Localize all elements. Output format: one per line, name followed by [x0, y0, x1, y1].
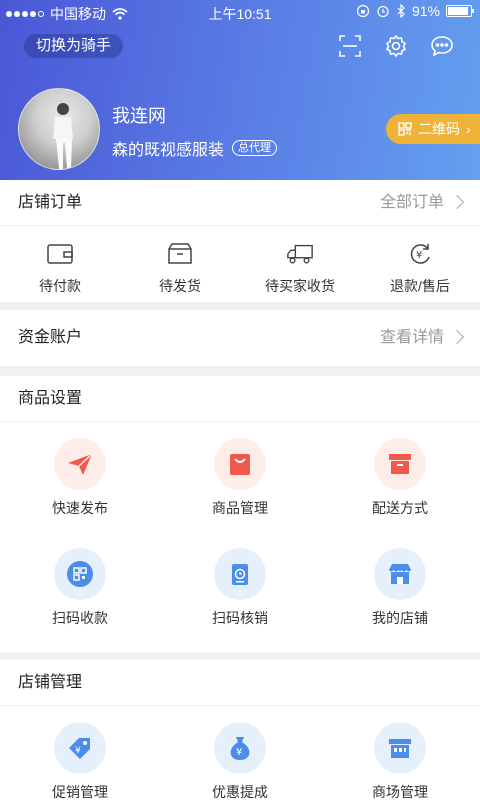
- grid-label: 优惠提成: [212, 784, 268, 800]
- scan-verify-button[interactable]: 扫码核销: [160, 532, 320, 642]
- shop-avatar[interactable]: [18, 88, 100, 170]
- order-awaiting-receipt[interactable]: 待买家收货: [240, 226, 360, 302]
- goods-title: 商品设置: [18, 390, 83, 407]
- grid-label: 促销管理: [52, 784, 108, 800]
- status-bar: 中国移动 上午10:51 91%: [0, 0, 480, 24]
- store-management-section: 店铺管理 ¥ 促销管理 ¥ 优惠提成 商场管理: [0, 660, 480, 800]
- view-details-link[interactable]: 查看详情: [380, 310, 444, 366]
- order-to-ship[interactable]: 待发货: [120, 226, 240, 302]
- funds-account-row[interactable]: 资金账户 查看详情: [0, 310, 480, 366]
- money-bag-icon: ¥: [230, 737, 250, 760]
- battery-percent: 91%: [411, 3, 440, 19]
- truck-icon: [287, 244, 313, 264]
- bluetooth-icon: [397, 4, 405, 18]
- grid-label: 快速发布: [52, 500, 108, 516]
- mall-management-button[interactable]: 商场管理: [320, 706, 480, 800]
- qr-scan-icon: [67, 561, 93, 587]
- qr-code-label: 二维码: [418, 121, 460, 137]
- promo-tag-icon: ¥: [69, 738, 90, 759]
- grid-label: 商场管理: [372, 784, 428, 800]
- svg-text:¥: ¥: [416, 250, 422, 261]
- order-pending-payment[interactable]: 待付款: [0, 226, 120, 302]
- grid-label: 配送方式: [372, 500, 428, 516]
- funds-title: 资金账户: [18, 329, 83, 346]
- mall-icon: [389, 739, 411, 758]
- grid-label: 商品管理: [212, 500, 268, 516]
- order-label: 待发货: [159, 278, 201, 294]
- svg-text:¥: ¥: [236, 747, 242, 758]
- order-label: 退款/售后: [390, 278, 450, 294]
- switch-to-rider-button[interactable]: 切换为骑手: [24, 34, 124, 58]
- message-icon[interactable]: [430, 34, 454, 58]
- order-label: 待买家收货: [265, 278, 335, 294]
- svg-text:¥: ¥: [75, 746, 81, 756]
- chevron-right-icon[interactable]: [449, 329, 465, 345]
- promotion-management-button[interactable]: ¥ 促销管理: [0, 706, 160, 800]
- refund-icon: ¥: [410, 244, 430, 264]
- lock-rotation-icon: [356, 4, 370, 18]
- box-icon: [168, 243, 192, 264]
- order-refund-aftersale[interactable]: ¥ 退款/售后: [360, 226, 480, 302]
- delivery-method-button[interactable]: 配送方式: [320, 422, 480, 532]
- battery-icon: [446, 5, 474, 17]
- order-label: 待付款: [39, 278, 81, 294]
- goods-settings-section: 商品设置 快速发布 商品管理 配送方式 扫码收款 扫码核销 我的店铺: [0, 376, 480, 652]
- all-orders-link[interactable]: 全部订单: [380, 180, 444, 226]
- scan-receive-payment-button[interactable]: 扫码收款: [0, 532, 160, 642]
- qr-code-button[interactable]: 二维码 ›: [386, 114, 480, 144]
- grid-label: 扫码核销: [212, 610, 268, 626]
- my-store-button[interactable]: 我的店铺: [320, 532, 480, 642]
- grid-label: 扫码收款: [52, 610, 108, 626]
- scan-verify-icon: [232, 564, 248, 585]
- product-management-button[interactable]: 商品管理: [160, 422, 320, 532]
- scan-icon[interactable]: [338, 34, 362, 58]
- profile-header: 中国移动 上午10:51 91% 切换为骑手 我连网 森的既视感服装 总代理 二…: [0, 0, 480, 180]
- store-title: 店铺管理: [18, 674, 83, 691]
- settings-gear-icon[interactable]: [384, 34, 408, 58]
- qr-code-icon: [398, 122, 412, 136]
- storefront-icon: [389, 564, 411, 584]
- alarm-icon: [377, 5, 389, 18]
- chevron-right-icon[interactable]: [449, 194, 465, 210]
- shopping-bag-icon: [230, 454, 250, 475]
- paper-plane-icon: [68, 453, 93, 475]
- wallet-icon: [47, 244, 73, 264]
- orders-title: 店铺订单: [18, 194, 83, 211]
- delivery-box-icon: [389, 454, 411, 474]
- discount-commission-button[interactable]: ¥ 优惠提成: [160, 706, 320, 800]
- grid-label: 我的店铺: [372, 610, 428, 626]
- quick-publish-button[interactable]: 快速发布: [0, 422, 160, 532]
- shop-name: 我连网: [112, 106, 166, 126]
- store-orders-section: 店铺订单 全部订单 待付款 待发货 待买家收货 ¥ 退款/售后: [0, 180, 480, 302]
- shop-subtitle: 森的既视感服装: [112, 142, 225, 159]
- chevron-right-icon: ›: [466, 121, 471, 137]
- agent-badge: 总代理: [232, 140, 278, 156]
